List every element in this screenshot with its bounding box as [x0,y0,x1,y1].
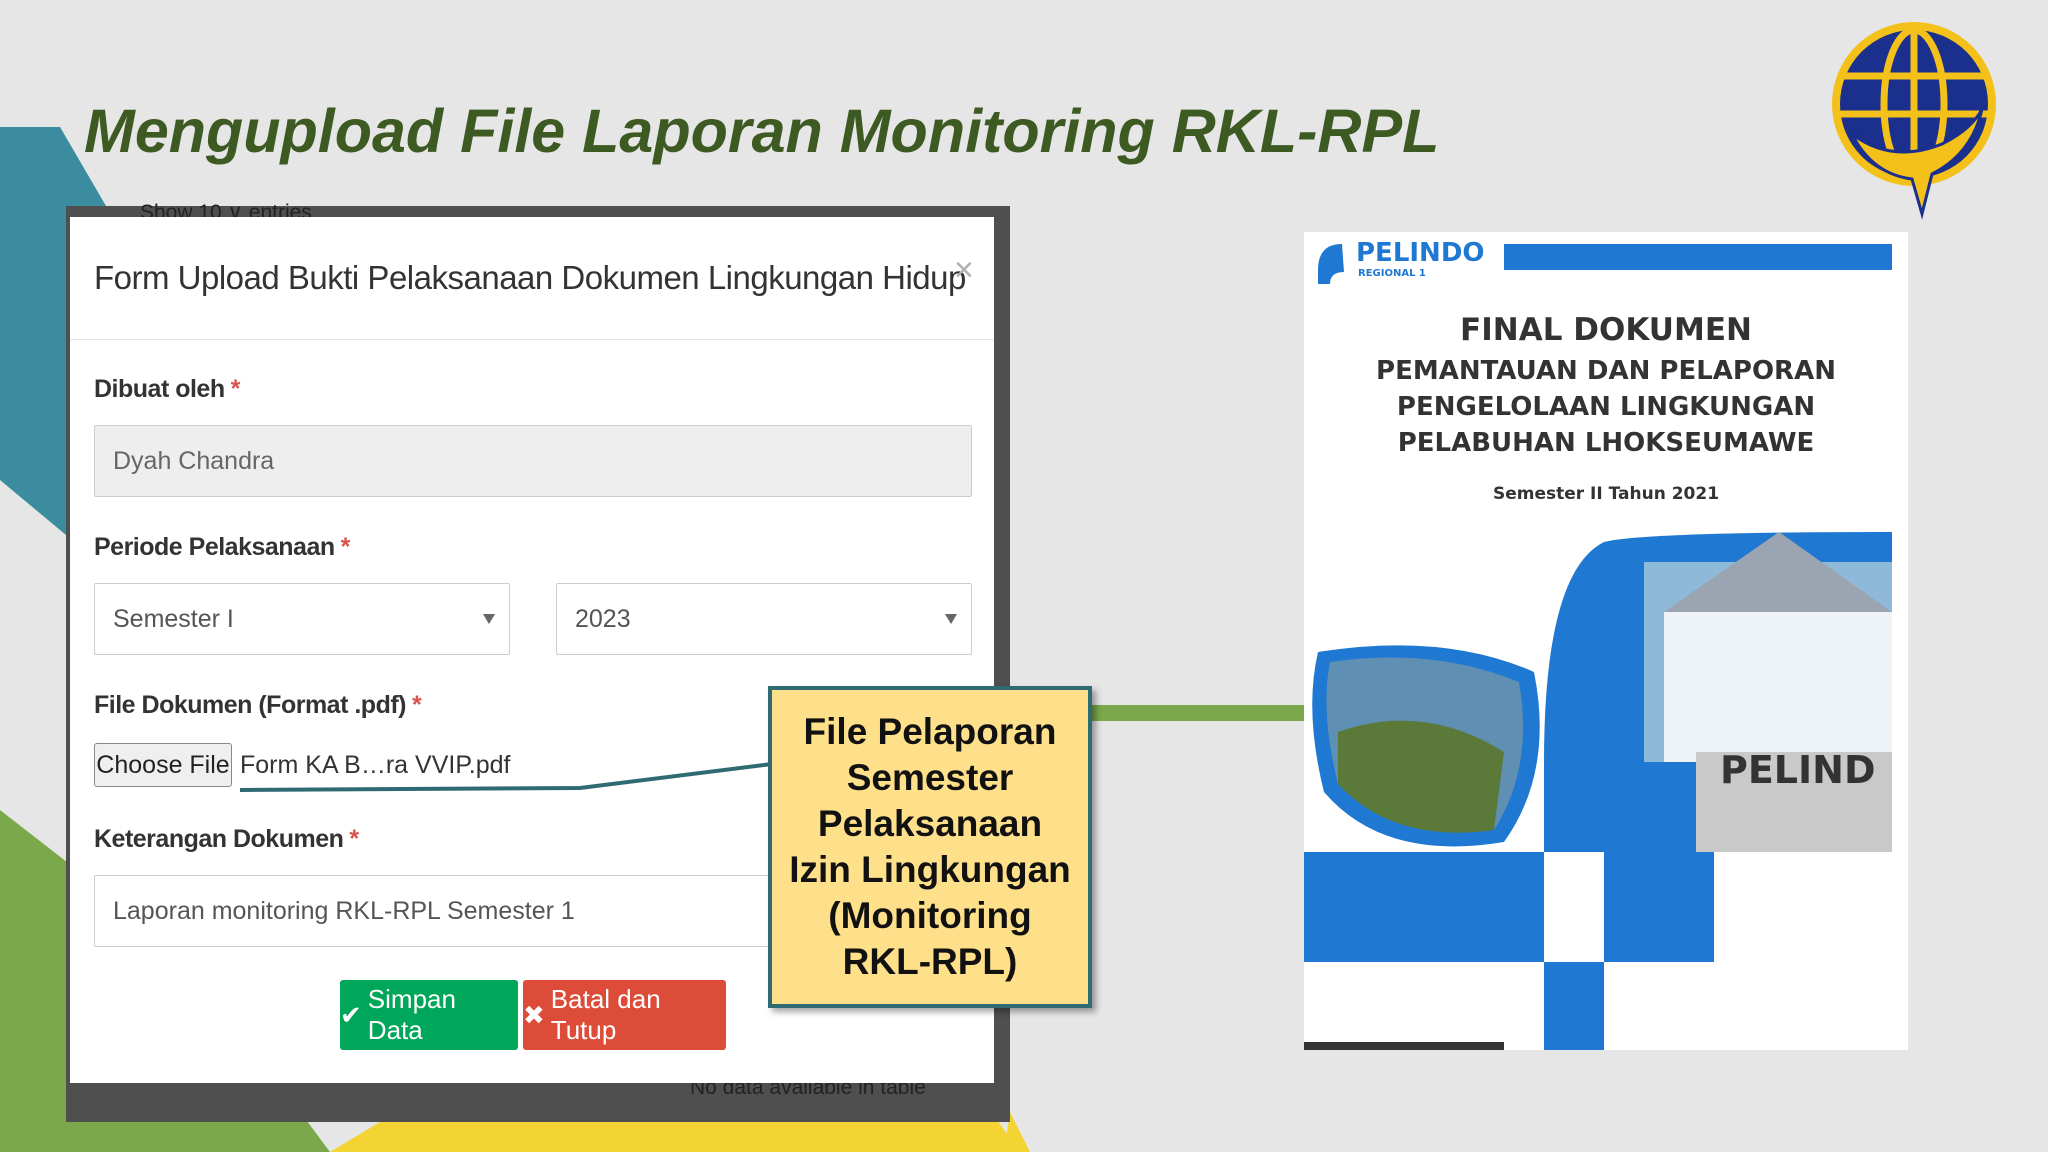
doc-building-sign: PELIND [1720,748,1876,792]
doc-subtitle-1: PEMANTAUAN DAN PELAPORAN [1376,356,1836,386]
callout-line: (Monitoring [828,895,1032,936]
document-graphics [1304,244,1908,1050]
callout-line: File Pelaporan [803,711,1057,752]
callout-line: RKL-RPL) [842,941,1018,982]
document-cover: PELINDO REGIONAL 1 FINAL DOKUMEN PEMANTA… [1304,232,1908,1050]
doc-title: FINAL DOKUMEN [1460,312,1752,348]
callout-line: Semester [846,757,1014,798]
doc-region: REGIONAL 1 [1358,268,1426,279]
callout-line: Izin Lingkungan [789,849,1071,890]
callout-line: Pelaksanaan [817,803,1043,844]
callout-text: File Pelaporan Semester Pelaksanaan Izin… [789,709,1071,985]
callout-box: File Pelaporan Semester Pelaksanaan Izin… [768,686,1092,1008]
doc-brand: PELINDO [1356,238,1485,268]
doc-subtitle-3: PELABUHAN LHOKSEUMAWE [1397,428,1815,458]
doc-period: Semester II Tahun 2021 [1492,484,1720,504]
doc-subtitle-2: PENGELOLAAN LINGKUNGAN [1396,392,1816,422]
